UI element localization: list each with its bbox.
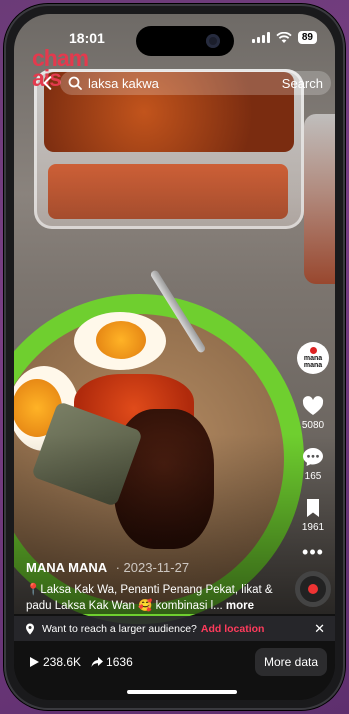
- views-stat: 238.6K: [28, 655, 81, 669]
- avatar[interactable]: mana mana: [297, 342, 329, 374]
- food-sauce: [48, 164, 288, 219]
- camera-icon: [206, 34, 220, 48]
- avatar-label: mana mana: [303, 355, 323, 369]
- shares-stat: 1636: [91, 655, 133, 669]
- heart-icon: [302, 396, 324, 415]
- shares-count: 1636: [106, 655, 133, 669]
- video-player[interactable]: [14, 14, 335, 624]
- battery-icon: 89: [297, 31, 317, 44]
- author-name[interactable]: MANA MANA: [26, 560, 107, 575]
- search-input[interactable]: laksa kakwa Search: [60, 71, 331, 95]
- save-count: 1961: [301, 522, 325, 533]
- more-options-icon[interactable]: •••: [302, 543, 324, 561]
- bottom-bar: 238.6K 1636 More data: [14, 641, 335, 700]
- location-prompt-bar: Want to reach a larger audience? Add loc…: [14, 616, 335, 641]
- food-container-secondary: [304, 114, 335, 284]
- like-count: 5080: [301, 420, 325, 431]
- close-icon[interactable]: ✕: [314, 621, 325, 637]
- phone-frame: 18:01 89 cham ais laksa kakwa Search man…: [4, 4, 345, 710]
- share-icon: [91, 657, 104, 667]
- back-icon[interactable]: [38, 74, 56, 92]
- search-query: laksa kakwa: [88, 75, 159, 91]
- screen: 18:01 89 cham ais laksa kakwa Search man…: [14, 14, 335, 700]
- like-button[interactable]: 5080: [301, 394, 325, 431]
- comment-button[interactable]: 165: [301, 445, 325, 482]
- play-icon: [30, 657, 39, 667]
- home-indicator[interactable]: [127, 690, 237, 694]
- comment-icon: [303, 448, 323, 466]
- signal-icon: [251, 32, 270, 43]
- search-button[interactable]: Search: [282, 76, 323, 91]
- post-date: · 2023-11-27: [115, 560, 190, 575]
- action-rail: mana mana 5080 165 1961 •••: [293, 342, 333, 607]
- location-pin-icon: [26, 623, 34, 634]
- video-caption: MANA MANA · 2023-11-27 📍Laksa Kak Wa, Pe…: [26, 559, 288, 614]
- video-stats: 238.6K 1636: [28, 655, 143, 669]
- comment-count: 165: [304, 471, 322, 482]
- save-button[interactable]: 1961: [301, 496, 325, 533]
- egg-yolk: [96, 321, 146, 359]
- dynamic-island: [136, 26, 234, 56]
- bookmark-icon: [307, 499, 319, 517]
- views-count: 238.6K: [43, 655, 82, 669]
- add-location-link[interactable]: Add location: [201, 623, 265, 635]
- caption-more-link[interactable]: more: [223, 600, 254, 612]
- more-data-button[interactable]: More data: [254, 648, 327, 676]
- status-time: 18:01: [69, 30, 105, 46]
- status-icons: 89: [251, 31, 317, 44]
- search-icon: [68, 76, 82, 90]
- avatar-pin-icon: [309, 347, 317, 354]
- prompt-text: Want to reach a larger audience?: [42, 622, 197, 635]
- search-bar: laksa kakwa Search: [38, 69, 331, 97]
- wifi-icon: [276, 31, 292, 43]
- music-disc-icon[interactable]: [295, 571, 331, 607]
- caption-text[interactable]: 📍Laksa Kak Wa, Penanti Penang Pekat, lik…: [26, 582, 288, 614]
